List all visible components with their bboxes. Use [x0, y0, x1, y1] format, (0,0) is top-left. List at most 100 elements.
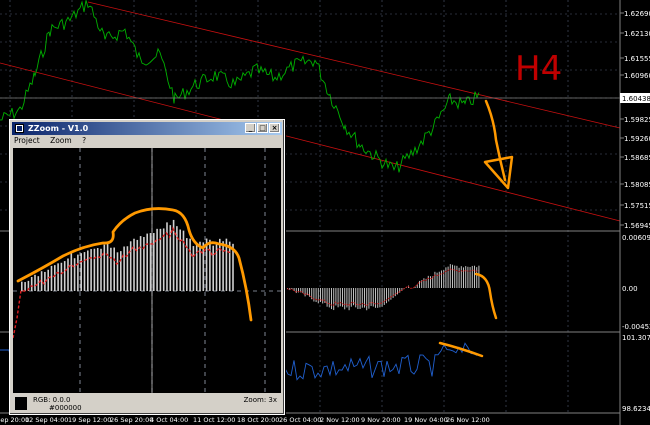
macd-bar: [469, 267, 471, 288]
macd-axis-zero: 0.00: [622, 285, 638, 293]
app-window-icon: [15, 124, 24, 133]
macd-bar: [436, 272, 438, 288]
zoom-bar: [219, 238, 221, 291]
zoom-bar: [63, 261, 66, 291]
macd-bar: [392, 288, 394, 298]
macd-bar: [344, 288, 346, 310]
menu-item-zoom[interactable]: Zoom: [50, 136, 72, 145]
time-tick-label: 18 Oct 20:00: [237, 416, 279, 424]
macd-bar: [322, 288, 324, 304]
price-tick-label: 1.62690: [624, 10, 650, 18]
zoom-bar: [189, 238, 191, 291]
zoom-bar: [93, 248, 96, 291]
menu-item-help[interactable]: ?: [82, 136, 86, 145]
maximize-button[interactable]: □: [257, 123, 268, 133]
macd-bar: [467, 266, 469, 288]
zoom-canvas[interactable]: [13, 148, 281, 393]
zoom-level: Zoom: 3x: [243, 396, 277, 404]
macd-bar: [333, 288, 335, 311]
zoom-bar: [34, 274, 36, 291]
macd-bar: [350, 288, 352, 307]
menu-item-project[interactable]: Project: [14, 136, 40, 145]
macd-bar: [372, 288, 374, 307]
macd-bar: [361, 288, 363, 308]
close-icon: ×: [271, 124, 278, 132]
time-tick-label: 26 Oct 04:00: [279, 416, 321, 424]
zoom-bar: [47, 269, 49, 291]
zoom-bar: [176, 226, 178, 291]
zoom-bar: [202, 242, 205, 291]
macd-bar: [379, 288, 381, 308]
zzoom-window[interactable]: ZZoom - V1.0 _ □ × Project Zoom ? RGB: 0…: [9, 119, 285, 415]
macd-histogram: [287, 264, 480, 311]
zoom-bar: [77, 254, 79, 291]
zoom-bar: [60, 262, 63, 291]
hex-readout: #000000: [49, 404, 82, 412]
zoom-bar: [212, 245, 214, 291]
zoom-bar: [182, 230, 185, 291]
macd-bar: [357, 288, 359, 309]
zoom-bar: [73, 258, 76, 291]
macd-bar: [427, 275, 429, 288]
rgb-readout: RGB: 0.0.0: [33, 396, 71, 404]
macd-bar: [452, 264, 453, 288]
macd-bar: [304, 288, 306, 297]
zoom-bar: [90, 249, 92, 291]
macd-bar: [445, 267, 447, 288]
price-tick-label: 1.58685: [624, 154, 650, 162]
macd-bar: [441, 270, 442, 288]
price-tick-label: 1.60960: [624, 72, 650, 80]
zzoom-title-bar[interactable]: ZZoom - V1.0 _ □ ×: [12, 122, 282, 135]
macd-bar: [474, 265, 475, 288]
macd-bar: [366, 288, 368, 311]
price-tick-label: 1.62130: [624, 30, 650, 38]
macd-bar: [432, 276, 434, 288]
zoom-bar: [54, 265, 56, 291]
macd-bar: [463, 267, 464, 288]
zoom-bar: [156, 228, 158, 291]
zoom-bar: [96, 248, 99, 291]
time-tick-label: 26 Sep 20:00: [110, 416, 153, 424]
zoom-bar: [179, 229, 181, 291]
zoomed-histogram: [13, 148, 281, 393]
color-swatch: [15, 397, 27, 410]
macd-bar: [368, 288, 370, 309]
macd-bar: [471, 265, 473, 288]
annotation-arrow-head: [483, 155, 514, 190]
zoom-bar: [228, 241, 231, 291]
macd-bar: [465, 266, 467, 288]
minimize-button[interactable]: _: [245, 123, 256, 133]
price-axis: 1.62690 1.62130 1.61555 1.60960 1.59825 1.592…: [620, 10, 650, 230]
rsi-axis-high: 101.3078: [622, 334, 650, 342]
zoom-bar: [199, 241, 201, 291]
zoom-bar: [57, 263, 59, 291]
macd-bar: [478, 265, 480, 288]
zoom-bar: [209, 239, 211, 291]
zoom-bar: [24, 282, 26, 291]
close-button[interactable]: ×: [269, 123, 280, 133]
zoom-bar: [126, 246, 129, 291]
macd-bar: [328, 288, 330, 308]
time-tick-label: 12 Sep 04:00: [25, 416, 68, 424]
zoom-bar: [136, 239, 139, 291]
zoom-bar: [113, 247, 115, 291]
zoom-bar: [143, 237, 145, 291]
macd-bar: [430, 276, 431, 288]
zoom-bar: [67, 258, 69, 291]
macd-bar: [423, 278, 425, 288]
time-tick-label: 11 Oct 12:00: [193, 416, 235, 424]
macd-bar: [383, 288, 385, 305]
time-axis: 5 Sep 20:0012 Sep 04:0019 Sep 12:0026 Se…: [0, 416, 490, 424]
macd-bar: [370, 288, 372, 307]
macd-bar: [335, 288, 337, 306]
time-tick-label: 26 Nov 12:00: [446, 416, 490, 424]
zoom-bar: [120, 251, 122, 291]
zoom-bar: [83, 252, 86, 291]
macd-bar: [331, 288, 332, 310]
zoom-bar: [110, 247, 112, 291]
macd-bar: [386, 288, 387, 304]
zoom-bar: [87, 250, 89, 291]
time-tick-label: 19 Nov 04:00: [404, 416, 448, 424]
time-tick-label: 19 Sep 12:00: [68, 416, 111, 424]
zoom-bar: [146, 233, 148, 291]
